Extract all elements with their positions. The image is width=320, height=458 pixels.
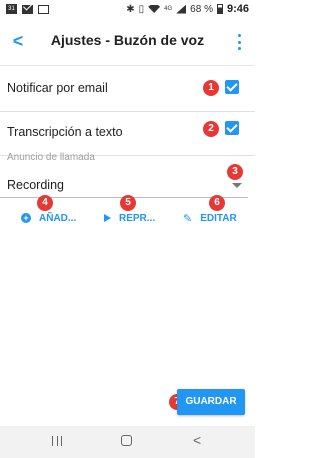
- notify-email-checkbox[interactable]: [225, 80, 239, 94]
- add-circle-icon: +: [21, 213, 31, 223]
- call-announcement-label: Anuncio de llamada: [7, 152, 95, 163]
- add-button[interactable]: + AÑAD...: [21, 206, 76, 230]
- transcription-checkbox[interactable]: [225, 121, 239, 135]
- app-bar: < Ajustes - Buzón de voz: [0, 18, 255, 66]
- transcription-row[interactable]: Transcripción a texto 2: [0, 110, 255, 156]
- play-button[interactable]: REPR...: [104, 206, 155, 230]
- status-bar-left: 31: [6, 4, 49, 14]
- calendar-icon: 31: [6, 4, 17, 14]
- vibrate-icon: ▯: [138, 3, 145, 15]
- call-announcement-select[interactable]: Recording: [0, 172, 248, 198]
- home-icon[interactable]: [121, 435, 132, 446]
- more-vert-icon[interactable]: [237, 34, 241, 50]
- wifi-icon: [148, 5, 161, 13]
- edit-icon: ✎: [183, 212, 193, 225]
- bluetooth-icon: ✱: [126, 3, 135, 15]
- annotation-badge-1: 1: [203, 80, 219, 96]
- announcement-actions: + AÑAD... REPR... ✎ EDITAR: [0, 206, 255, 230]
- battery-percent: 68 %: [190, 3, 213, 15]
- edit-button[interactable]: ✎ EDITAR: [183, 206, 237, 230]
- notify-email-label: Notificar por email: [7, 81, 108, 95]
- call-announcement-value: Recording: [7, 178, 64, 192]
- signal-icon: [176, 4, 187, 14]
- nav-back-icon[interactable]: <: [193, 432, 201, 448]
- status-bar: 31 ✱ ▯ 4G 68 % 9:46: [0, 0, 255, 18]
- status-bar-right: ✱ ▯ 4G 68 % 9:46: [126, 3, 249, 15]
- dropdown-arrow-icon[interactable]: [232, 183, 242, 188]
- annotation-badge-2: 2: [203, 121, 219, 137]
- edit-button-label: EDITAR: [200, 212, 237, 224]
- battery-icon: [216, 4, 223, 14]
- notify-email-row[interactable]: Notificar por email 1: [0, 66, 255, 112]
- image-icon: [38, 4, 49, 14]
- play-icon: [104, 214, 111, 222]
- add-button-label: AÑAD...: [39, 212, 77, 224]
- page-title: Ajustes - Buzón de voz: [50, 32, 205, 48]
- system-nav-bar: <: [0, 426, 255, 458]
- transcription-label: Transcripción a texto: [7, 125, 123, 139]
- play-button-label: REPR...: [119, 212, 156, 224]
- mail-icon: [22, 4, 33, 14]
- status-time: 9:46: [226, 3, 249, 15]
- recents-icon[interactable]: [52, 436, 62, 446]
- lte-label: 4G: [164, 6, 173, 12]
- save-button[interactable]: GUARDAR: [177, 389, 245, 415]
